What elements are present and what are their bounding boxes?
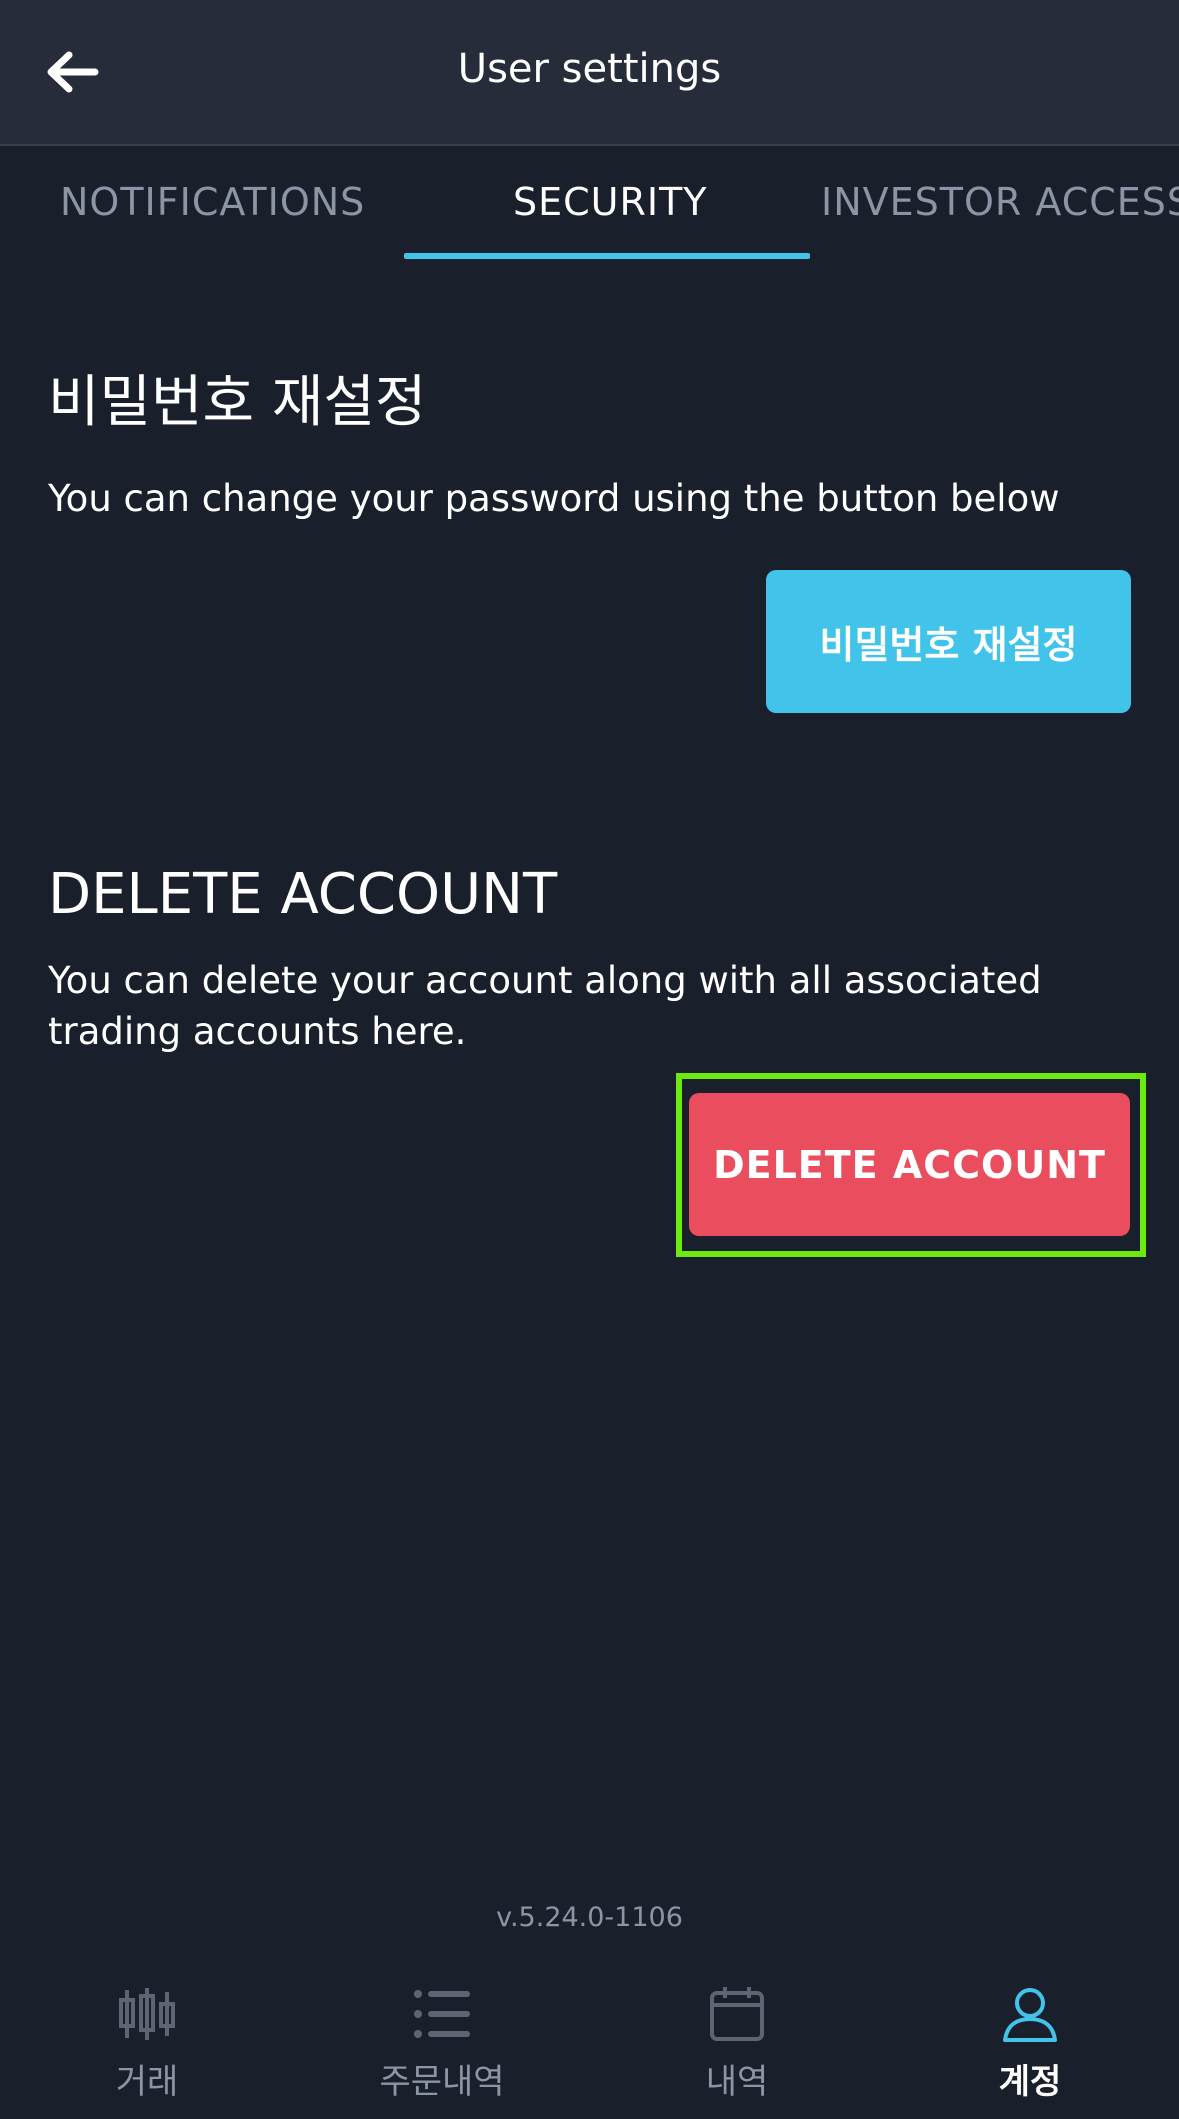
tab-notifications[interactable]: NOTIFICATIONS — [60, 180, 365, 224]
settings-tabs: NOTIFICATIONS SECURITY INVESTOR ACCESS — [0, 146, 1179, 261]
calendar-icon — [705, 1982, 769, 2046]
app-version: v.5.24.0-1106 — [496, 1902, 683, 1933]
nav-item-trade[interactable]: 거래 — [37, 1982, 257, 2103]
nav-label-orders: 주문내역 — [379, 2062, 505, 2102]
list-icon — [410, 1982, 474, 2046]
nav-label-account: 계정 — [998, 2062, 1062, 2102]
nav-label-history: 내역 — [705, 2062, 769, 2102]
password-reset-description: You can change your password using the b… — [48, 477, 1060, 520]
delete-account-title: DELETE ACCOUNT — [48, 862, 558, 927]
tab-security[interactable]: SECURITY — [513, 180, 708, 224]
nav-item-orders[interactable]: 주문내역 — [332, 1982, 552, 2103]
nav-item-history[interactable]: 내역 — [627, 1982, 847, 2103]
page-title: User settings — [457, 46, 722, 92]
app-header: User settings — [0, 0, 1179, 146]
active-tab-indicator — [404, 253, 810, 259]
nav-item-account[interactable]: 계정 — [920, 1982, 1140, 2103]
user-icon — [998, 1982, 1062, 2046]
tab-investor-access[interactable]: INVESTOR ACCESS — [821, 180, 1179, 224]
delete-account-description: You can delete your account along with a… — [48, 959, 1042, 1053]
bottom-nav: 거래 주문내역 내역 계정 — [0, 1968, 1179, 2119]
password-reset-button[interactable]: 비밀번호 재설정 — [766, 570, 1131, 713]
delete-account-button[interactable]: DELETE ACCOUNT — [689, 1093, 1130, 1236]
nav-label-trade: 거래 — [115, 2062, 179, 2102]
candlestick-chart-icon — [115, 1982, 179, 2046]
password-reset-title: 비밀번호 재설정 — [48, 370, 427, 435]
